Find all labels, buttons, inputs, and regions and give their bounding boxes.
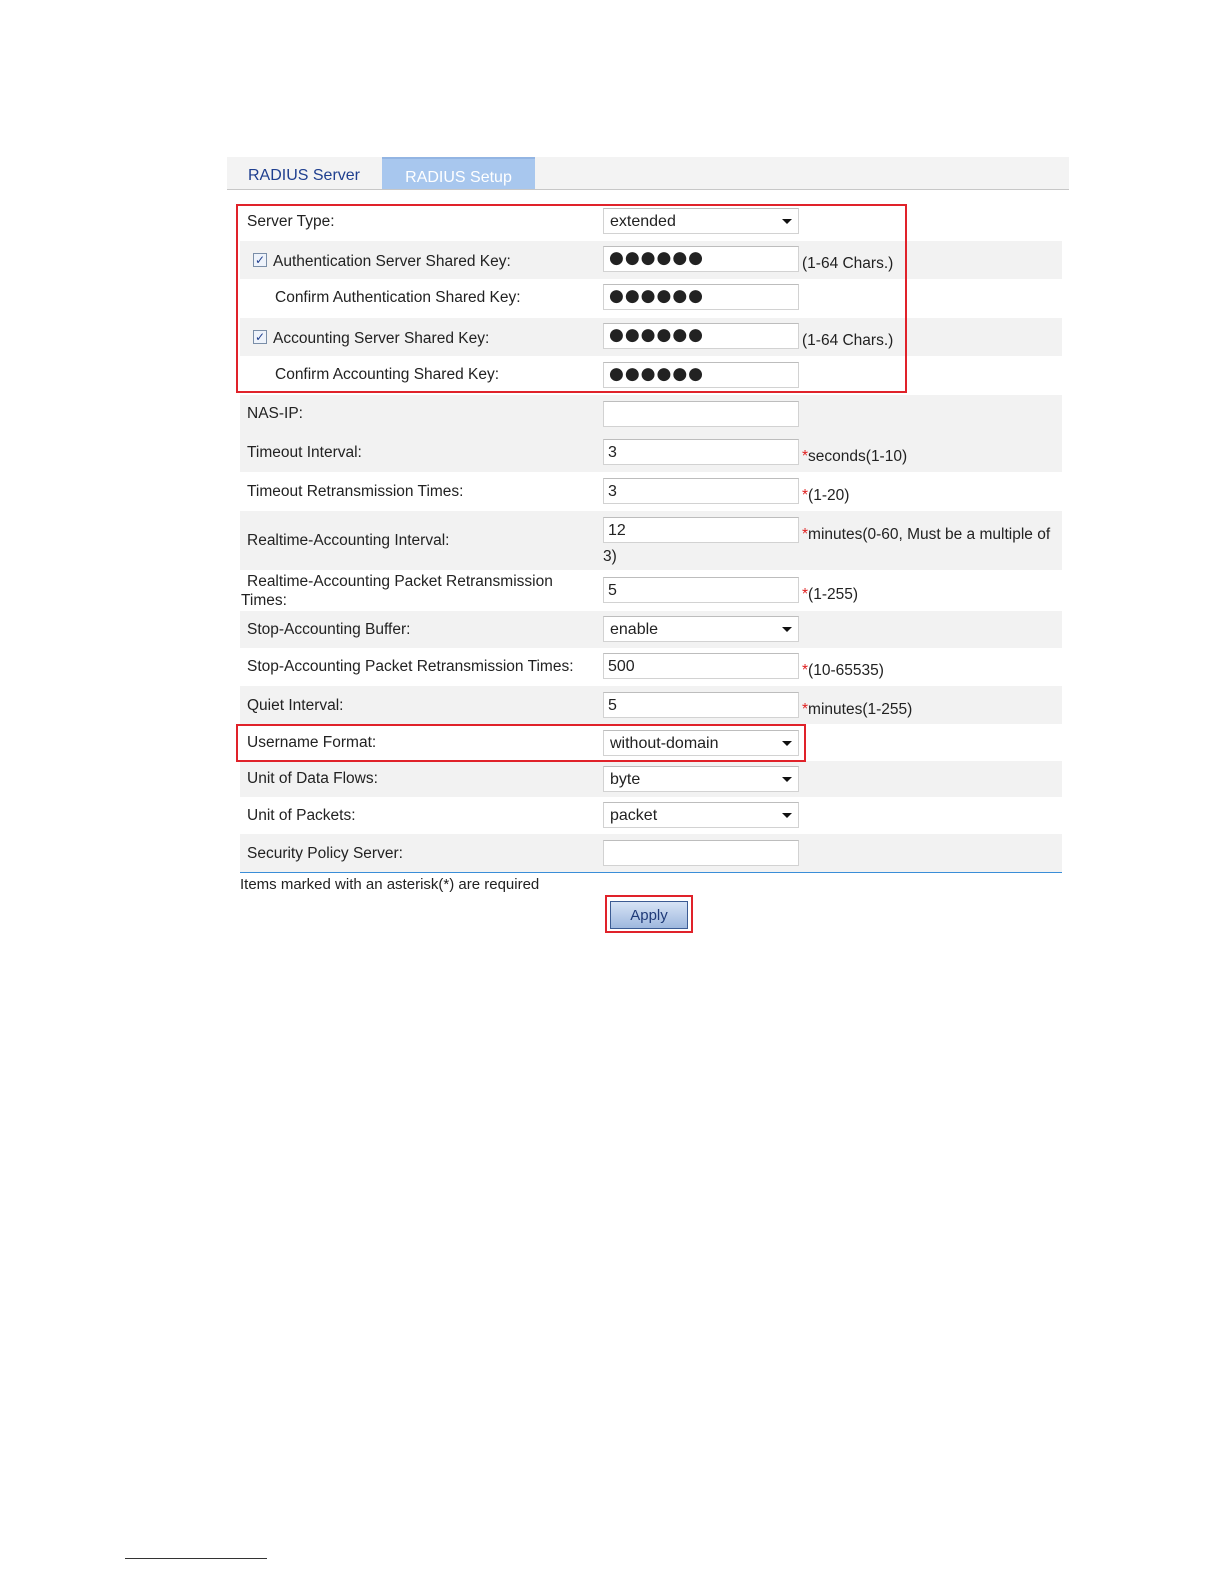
timeout-interval-label: Timeout Interval: (247, 444, 362, 461)
security-policy-label: Security Policy Server: (247, 845, 403, 862)
quiet-interval-row: Quiet Interval: 5 *minutes(1-255) (240, 686, 1062, 724)
unit-data-flows-label: Unit of Data Flows: (247, 770, 378, 787)
required-note: Items marked with an asterisk(*) are req… (240, 876, 540, 893)
stop-buffer-row: Stop-Accounting Buffer: enable (240, 611, 1062, 648)
realtime-retrans-range: (1-255) (808, 586, 859, 603)
realtime-retrans-value: 5 (608, 582, 617, 599)
nas-ip-row: NAS-IP: (240, 395, 1062, 433)
stop-retrans-value: 500 (608, 658, 635, 675)
unit-packets-row: Unit of Packets: packet (240, 797, 1062, 834)
stop-retrans-label: Stop-Accounting Packet Retransmission Ti… (247, 658, 574, 675)
stop-retrans-row: Stop-Accounting Packet Retransmission Ti… (240, 648, 1062, 686)
timeout-retrans-range: (1-20) (808, 487, 850, 504)
unit-packets-label: Unit of Packets: (247, 807, 356, 824)
timeout-retrans-value: 3 (608, 483, 617, 500)
unit-data-flows-select[interactable]: byte (603, 766, 799, 792)
timeout-retrans-hint: *(1-20) (802, 487, 849, 505)
realtime-interval-input[interactable]: 12 (603, 517, 799, 543)
nas-ip-label: NAS-IP: (247, 405, 303, 422)
tab-radius-setup[interactable]: RADIUS Setup (382, 157, 535, 189)
realtime-interval-range: minutes(0-60, Must be a multiple of (808, 526, 1051, 543)
realtime-interval-hint-cont: 3) (603, 548, 617, 565)
unit-packets-value: packet (610, 807, 658, 824)
timeout-interval-row: Timeout Interval: 3 *seconds(1-10) (240, 433, 1062, 472)
timeout-interval-input[interactable]: 3 (603, 439, 799, 465)
timeout-interval-hint: *seconds(1-10) (802, 448, 907, 466)
highlight-box-keys (236, 204, 907, 393)
unit-data-flows-row: Unit of Data Flows: byte (240, 761, 1062, 797)
stop-retrans-input[interactable]: 500 (603, 653, 799, 679)
realtime-interval-label: Realtime-Accounting Interval: (247, 532, 450, 549)
stop-buffer-label: Stop-Accounting Buffer: (247, 621, 411, 638)
timeout-retrans-label: Timeout Retransmission Times: (247, 483, 464, 500)
realtime-interval-value: 12 (608, 522, 626, 539)
quiet-interval-input[interactable]: 5 (603, 692, 799, 718)
form-divider (240, 872, 1062, 873)
chevron-down-icon (782, 777, 792, 782)
realtime-retrans-hint: *(1-255) (802, 586, 858, 604)
tab-radius-server[interactable]: RADIUS Server (227, 157, 381, 189)
realtime-interval-hint: *minutes(0-60, Must be a multiple of (802, 526, 1050, 544)
stop-buffer-select[interactable]: enable (603, 616, 799, 642)
highlight-box-username-format (236, 724, 806, 762)
stop-retrans-hint: *(10-65535) (802, 662, 884, 680)
realtime-interval-row: Realtime-Accounting Interval: 12 *minute… (240, 511, 1062, 570)
timeout-retrans-input[interactable]: 3 (603, 478, 799, 504)
security-policy-input[interactable] (603, 840, 799, 866)
unit-data-flows-value: byte (610, 771, 641, 788)
realtime-retrans-label: Realtime-Accounting Packet Retransmissio… (247, 573, 553, 590)
timeout-retrans-row: Timeout Retransmission Times: 3 *(1-20) (240, 472, 1062, 511)
quiet-interval-range: minutes(1-255) (808, 701, 913, 718)
chevron-down-icon (782, 627, 792, 632)
nas-ip-input[interactable] (603, 401, 799, 427)
quiet-interval-label: Quiet Interval: (247, 697, 344, 714)
stop-retrans-range: (10-65535) (808, 662, 884, 679)
quiet-interval-value: 5 (608, 697, 617, 714)
security-policy-row: Security Policy Server: (240, 834, 1062, 872)
unit-packets-select[interactable]: packet (603, 802, 799, 828)
realtime-retrans-label-cont: Times: (241, 592, 287, 609)
realtime-retrans-row: Realtime-Accounting Packet Retransmissio… (240, 570, 1062, 611)
chevron-down-icon (782, 813, 792, 818)
quiet-interval-hint: *minutes(1-255) (802, 701, 912, 719)
tab-bar: RADIUS Server RADIUS Setup (227, 157, 1069, 190)
timeout-interval-value: 3 (608, 444, 617, 461)
footnote-rule (125, 1558, 267, 1559)
timeout-interval-range: seconds(1-10) (808, 448, 908, 465)
realtime-retrans-input[interactable]: 5 (603, 577, 799, 603)
stop-buffer-value: enable (610, 621, 659, 638)
apply-button[interactable]: Apply (610, 901, 688, 929)
